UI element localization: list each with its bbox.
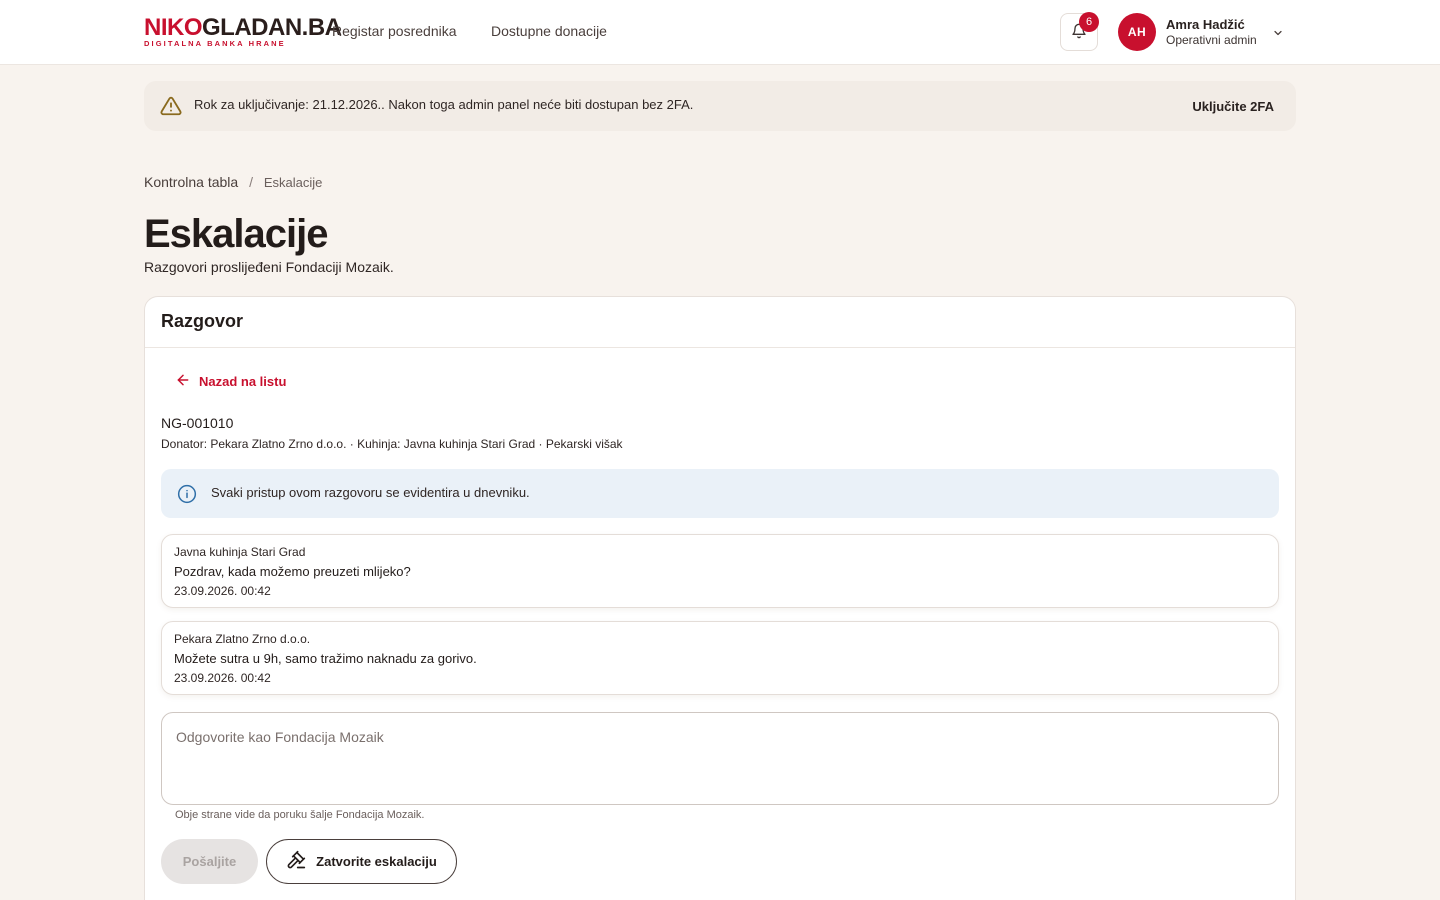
conversation-id: NG-001010 — [161, 415, 234, 431]
send-button[interactable]: Pošaljite — [161, 839, 258, 884]
message-text: Pozdrav, kada možemo preuzeti mlijeko? — [174, 564, 411, 579]
top-bar: NIKOGLADAN.BA DIGITALNA BANKA HRANE Regi… — [0, 0, 1440, 65]
page-subtitle: Razgovori proslijeđeni Fondaciji Mozaik. — [144, 259, 394, 275]
close-escalation-label: Zatvorite eskalaciju — [316, 854, 437, 869]
breadcrumb-dashboard-link[interactable]: Kontrolna tabla — [144, 174, 238, 190]
conversation-card: Razgovor Nazad na listu NG-001010 Donato… — [144, 296, 1296, 900]
message-sender: Pekara Zlatno Zrno d.o.o. — [174, 632, 311, 646]
info-icon — [177, 484, 197, 504]
logo-tagline: DIGITALNA BANKA HRANE — [144, 39, 286, 48]
back-to-list-link[interactable]: Nazad na listu — [175, 372, 286, 391]
breadcrumb: Kontrolna tabla / Eskalacije — [144, 174, 322, 190]
logo-wordmark: NIKOGLADAN.BA — [144, 14, 342, 41]
breadcrumb-separator: / — [249, 174, 253, 190]
message-item: Pekara Zlatno Zrno d.o.o. Možete sutra u… — [161, 621, 1279, 695]
conversation-meta: Donator: Pekara Zlatno Zrno d.o.o. · Kuh… — [161, 437, 623, 451]
breadcrumb-current: Eskalacije — [263, 175, 323, 190]
nav-link-registar-posrednika[interactable]: Registar posrednika — [332, 23, 457, 39]
message-timestamp: 23.09.2026. 00:42 — [174, 671, 271, 685]
user-role: Operativni admin — [1166, 33, 1257, 47]
twofa-banner: Rok za uključivanje: 21.12.2026.. Nakon … — [144, 81, 1296, 131]
audit-info-text: Svaki pristup ovom razgovoru se evidenti… — [211, 485, 530, 500]
user-name[interactable]: Amra Hadžić — [1166, 17, 1245, 32]
gavel-icon — [286, 850, 306, 873]
enable-2fa-button[interactable]: Uključite 2FA — [1192, 99, 1274, 114]
audit-info-box: Svaki pristup ovom razgovoru se evidenti… — [161, 469, 1279, 518]
banner-text: Rok za uključivanje: 21.12.2026.. Nakon … — [194, 97, 694, 112]
nav-link-dostupne-donacije[interactable]: Dostupne donacije — [491, 23, 607, 39]
page-title: Eskalacije — [144, 212, 328, 256]
warning-icon — [160, 95, 182, 117]
notification-count-badge: 6 — [1079, 12, 1099, 32]
arrow-left-icon — [175, 372, 191, 391]
back-link-label: Nazad na listu — [199, 374, 287, 389]
reply-hint: Obje strane vide da poruku šalje Fondaci… — [175, 809, 425, 821]
card-title: Razgovor — [145, 297, 1295, 348]
message-sender: Javna kuhinja Stari Grad — [174, 545, 306, 559]
message-timestamp: 23.09.2026. 00:42 — [174, 584, 271, 598]
reply-input[interactable] — [161, 712, 1279, 805]
close-escalation-button[interactable]: Zatvorite eskalaciju — [266, 839, 457, 884]
message-item: Javna kuhinja Stari Grad Pozdrav, kada m… — [161, 534, 1279, 608]
message-text: Možete sutra u 9h, samo tražimo naknadu … — [174, 651, 477, 666]
logo[interactable]: NIKOGLADAN.BA DIGITALNA BANKA HRANE — [144, 16, 342, 48]
avatar[interactable]: AH — [1118, 13, 1156, 51]
chevron-down-icon[interactable] — [1272, 26, 1284, 38]
